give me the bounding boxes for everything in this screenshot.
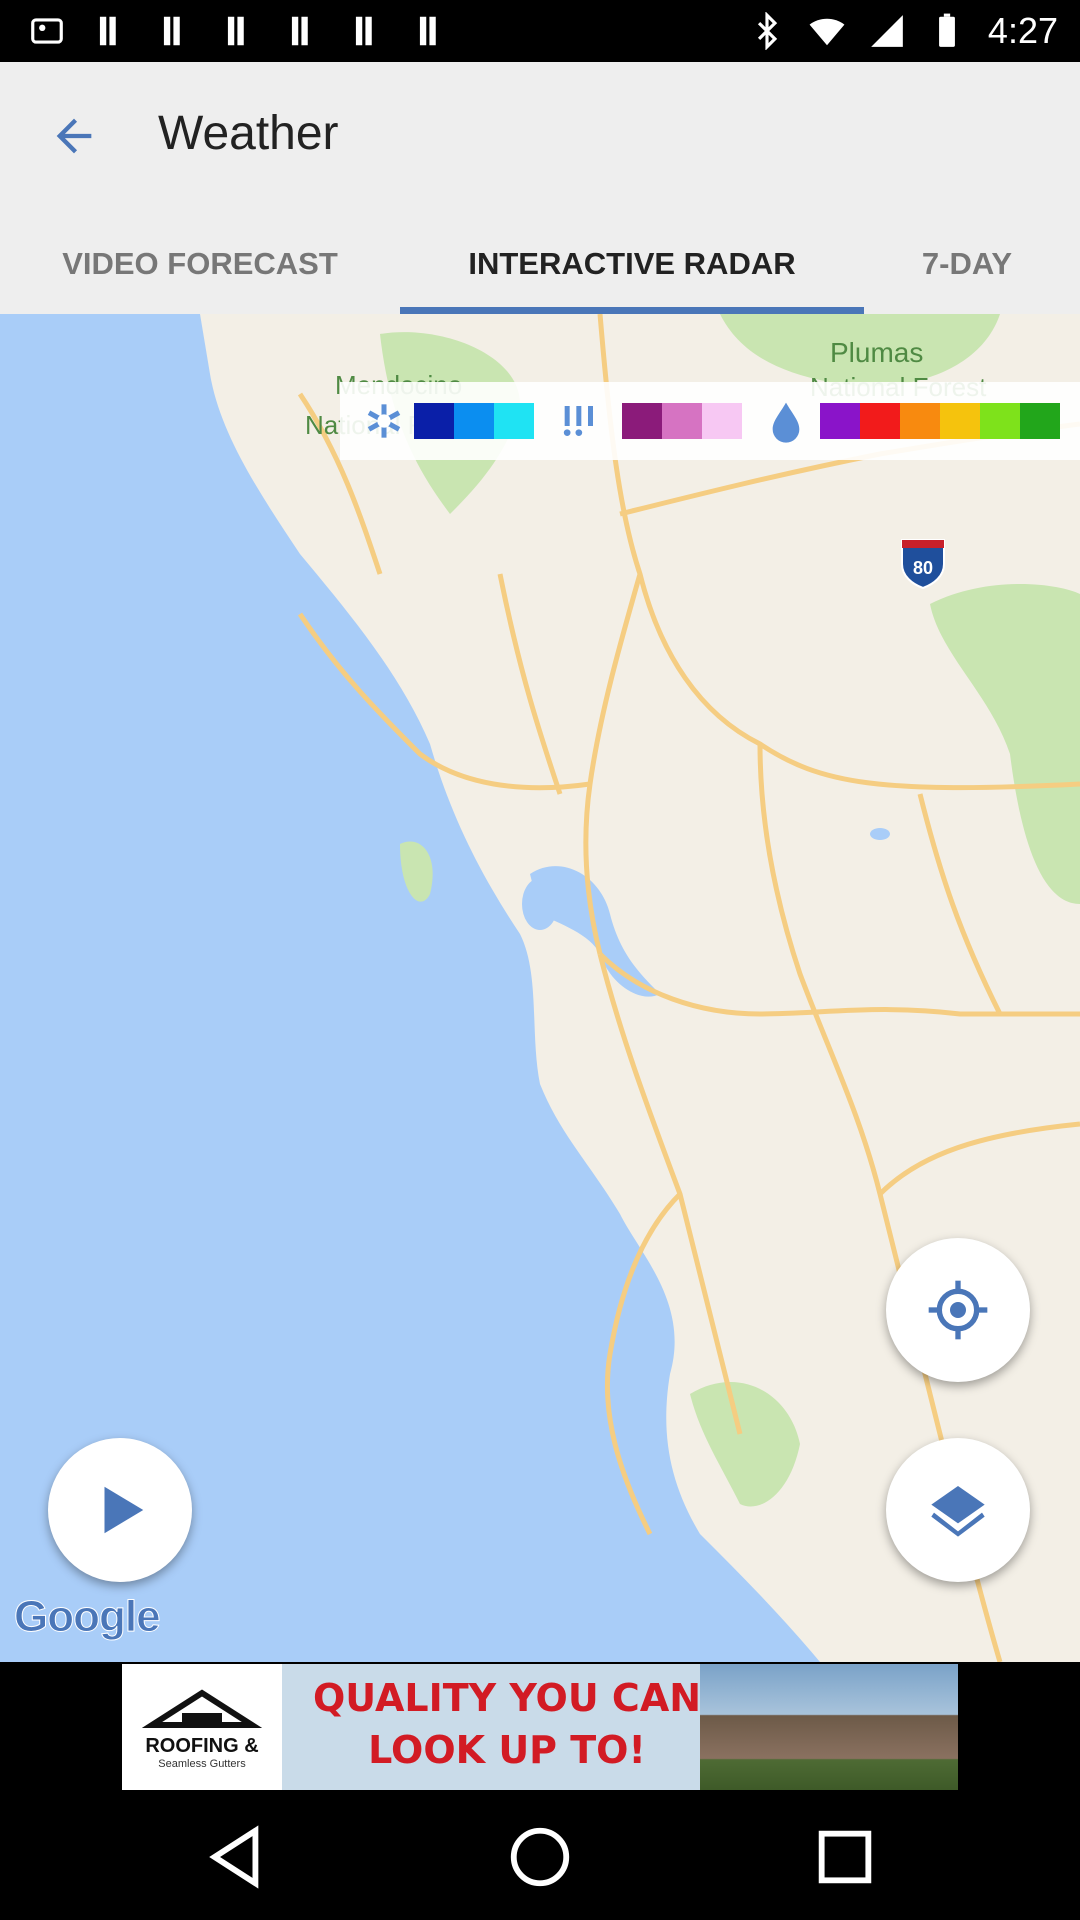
notification-icon-6 (419, 16, 436, 46)
ad-brand: ROOFING & (145, 1734, 259, 1757)
svg-text:80: 80 (913, 558, 933, 578)
ad-logo: ROOFING & Seamless Gutters (122, 1664, 282, 1790)
wifi-icon (809, 18, 845, 46)
notification-icon-2 (163, 16, 180, 46)
tab-video-forecast[interactable]: VIDEO FORECAST (0, 214, 400, 314)
radar-legend (340, 382, 1080, 460)
notification-icon-4 (291, 16, 308, 46)
snow-icon (367, 404, 401, 438)
ad-banner[interactable]: ROOFING & Seamless Gutters QUALITY YOU C… (122, 1664, 958, 1790)
page-title: Weather (158, 107, 339, 160)
status-time: 4:27 (987, 10, 1058, 51)
tab-7-day[interactable]: 7-DAY (864, 214, 1070, 314)
tab-interactive-radar[interactable]: INTERACTIVE RADAR (400, 214, 864, 314)
legend-snow-1 (414, 403, 454, 439)
rain-drop-icon (772, 402, 800, 443)
photos-icon (31, 18, 63, 44)
legend-mix-1 (622, 403, 662, 439)
legend-rain-6 (1020, 403, 1060, 439)
legend-rain-3 (900, 403, 940, 439)
status-bar: 4:27 (0, 0, 1080, 62)
park (400, 841, 433, 902)
legend-rain-5 (980, 403, 1020, 439)
mix-icon (563, 406, 593, 436)
system-nav-bar (0, 1794, 1080, 1920)
play-icon (104, 1486, 144, 1534)
legend-rain-1 (820, 403, 860, 439)
legend-mix-3 (702, 403, 742, 439)
notification-icon-5 (355, 16, 372, 46)
lake (522, 878, 558, 930)
ad-house-photo (700, 1664, 958, 1790)
legend-rain-2 (860, 403, 900, 439)
notification-icon-3 (227, 16, 244, 46)
back-arrow-icon[interactable] (44, 110, 104, 162)
legend-rain-4 (940, 403, 980, 439)
map-label-plumas: Plumas (830, 337, 923, 368)
legend-mix-2 (662, 403, 702, 439)
ad-headline: QUALITY YOU CAN LOOK UP TO! (312, 1676, 702, 1772)
battery-icon (939, 13, 955, 47)
my-location-button[interactable] (886, 1238, 1030, 1382)
layers-icon (931, 1486, 985, 1537)
active-tab-indicator (400, 307, 864, 314)
signal-icon (871, 15, 903, 47)
bluetooth-icon (757, 12, 778, 50)
google-attribution[interactable]: Google (14, 1592, 162, 1642)
ad-brand-sub: Seamless Gutters (158, 1757, 246, 1770)
play-button[interactable] (48, 1438, 192, 1582)
legend-snow-2 (454, 403, 494, 439)
notification-icon (99, 16, 116, 46)
recents-square-icon[interactable] (810, 1822, 880, 1892)
crosshair-icon (928, 1280, 988, 1340)
layers-button[interactable] (886, 1438, 1030, 1582)
house-roof-icon (142, 1688, 262, 1728)
back-triangle-icon[interactable] (200, 1822, 270, 1892)
tab-bar: VIDEO FORECAST INTERACTIVE RADAR 7-DAY (0, 214, 1080, 314)
legend-snow-3 (494, 403, 534, 439)
lake (870, 828, 890, 840)
home-circle-icon[interactable] (505, 1822, 575, 1892)
